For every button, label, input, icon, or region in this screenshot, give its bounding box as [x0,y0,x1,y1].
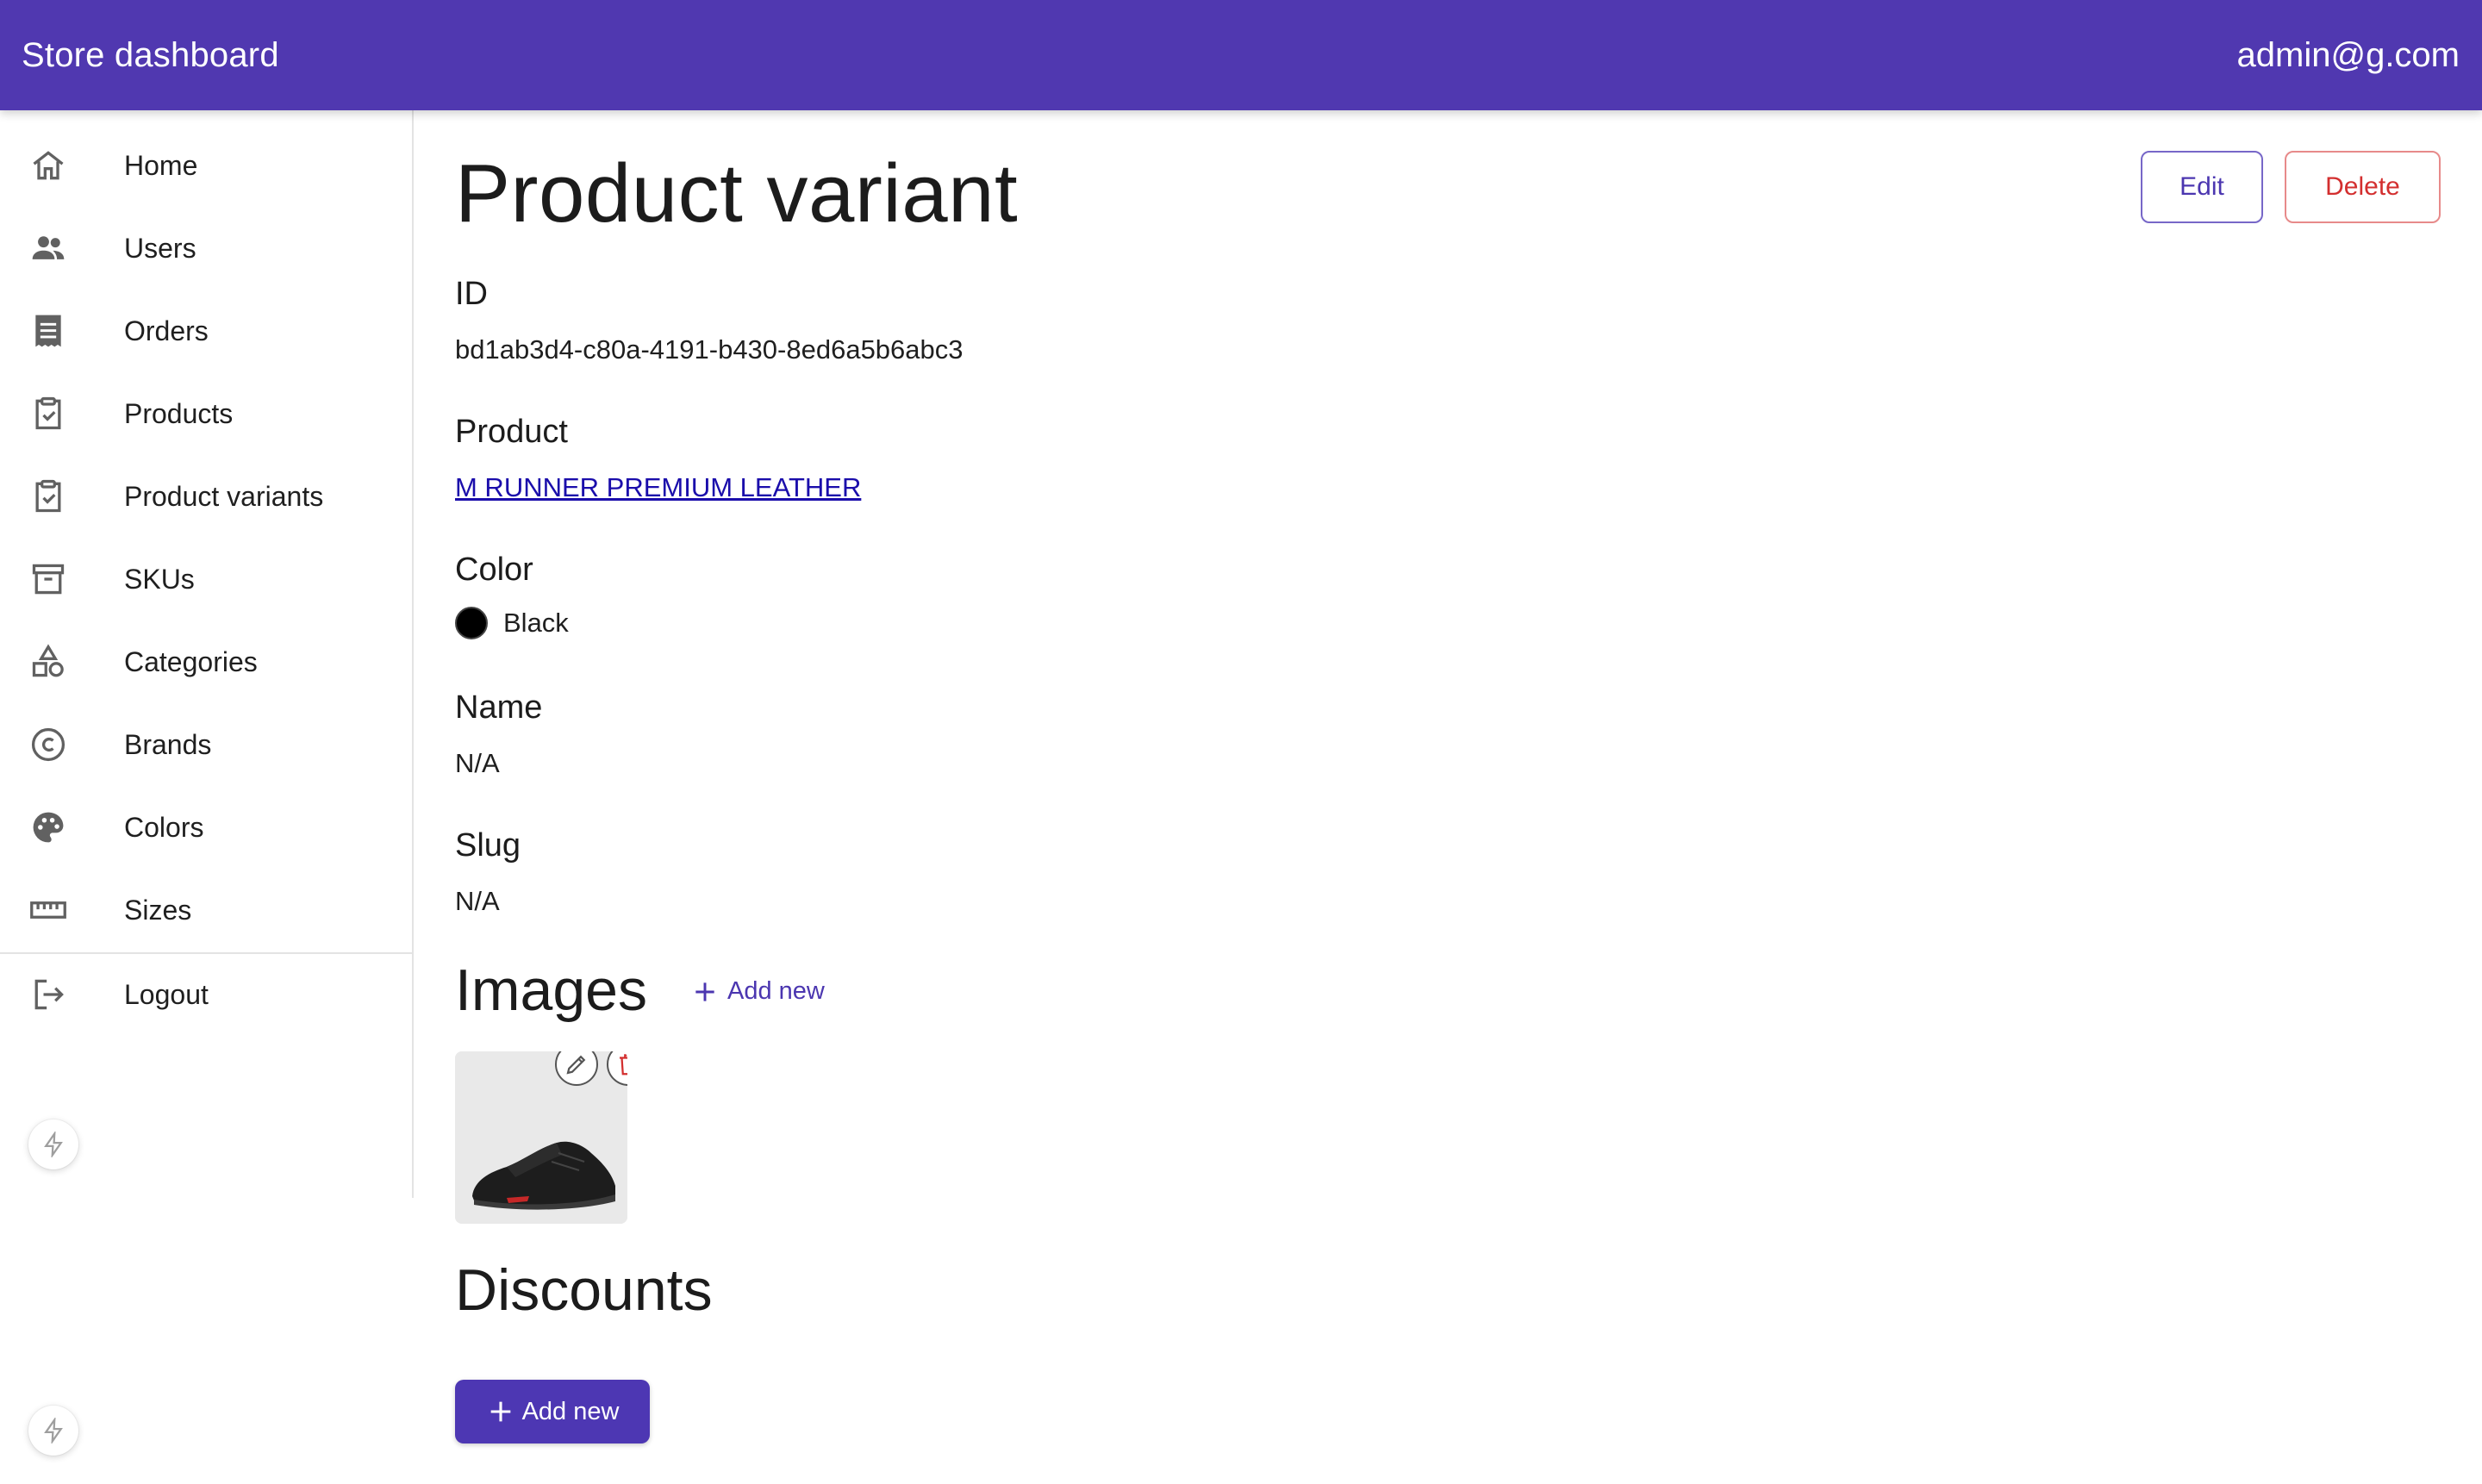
app-title[interactable]: Store dashboard [22,36,279,75]
product-link[interactable]: M RUNNER PREMIUM LEATHER [455,472,861,503]
sidebar-item-label: Home [124,149,198,181]
sidebar-item-label: Categories [124,645,258,677]
sidebar-item-products[interactable]: Products [0,372,412,455]
sneaker-image [455,1051,627,1224]
sidebar-item-label: Product variants [124,480,324,512]
sidebar-item-home[interactable]: Home [0,124,412,207]
app-bar: Store dashboard admin@g.com [0,0,2482,110]
plus-icon [695,982,714,1001]
sidebar-item-logout[interactable]: Logout [0,953,412,1036]
pencil-icon [566,1055,586,1075]
sidebar-item-product-variants[interactable]: Product variants [0,455,412,538]
sidebar-item-brands[interactable]: Brands [0,703,412,786]
lightning-icon[interactable] [28,1406,78,1456]
slug-value: N/A [455,886,500,916]
sidebar-item-label: Orders [124,315,209,346]
id-value: bd1ab3d4-c80a-4191-b430-8ed6a5b6abc3 [455,334,963,365]
name-value: N/A [455,748,500,778]
sidebar-item-skus[interactable]: SKUs [0,538,412,620]
images-heading: Images [455,957,647,1023]
sidebar-item-label: Sizes [124,894,192,926]
sidebar-item-categories[interactable]: Categories [0,620,412,703]
sidebar: Home Users Orders Products Product varia… [0,110,414,1198]
logout-icon [28,974,69,1015]
add-image-button[interactable]: Add new [691,977,825,1006]
sidebar-item-label: Brands [124,728,212,760]
sidebar-item-users[interactable]: Users [0,207,412,290]
sidebar-item-label: Colors [124,811,204,843]
add-image-label: Add new [727,977,825,1005]
trash-icon [620,1054,627,1076]
home-icon [28,145,69,186]
add-discount-label: Add new [521,1397,620,1425]
edit-button[interactable]: Edit [2141,151,2263,223]
sidebar-item-label: Products [124,397,234,429]
sidebar-item-colors[interactable]: Colors [0,786,412,869]
clipboard-check-icon [28,393,69,434]
color-swatch [455,607,488,639]
name-label: Name [455,689,543,726]
delete-button[interactable]: Delete [2285,151,2441,223]
color-label: Color [455,552,533,588]
add-discount-button[interactable]: Add new [455,1380,650,1443]
id-label: ID [455,276,488,312]
color-value: Black [455,607,569,639]
user-email[interactable]: admin@g.com [2237,36,2460,75]
ruler-icon [28,889,69,931]
image-thumbnail[interactable] [455,1051,627,1224]
sidebar-item-sizes[interactable]: Sizes [0,869,412,951]
sidebar-item-label: Logout [124,978,209,1010]
sidebar-item-label: SKUs [124,563,195,595]
archive-icon [28,558,69,600]
palette-icon [28,807,69,848]
receipt-icon [28,310,69,352]
slug-label: Slug [455,827,521,864]
copyright-icon [28,724,69,765]
color-name: Black [503,608,569,638]
lightning-icon[interactable] [28,1119,78,1169]
shapes-icon [28,641,69,683]
page-title: Product variant [455,147,1019,240]
sidebar-item-label: Users [124,232,196,264]
clipboard-check-icon [28,476,69,517]
plus-icon [490,1401,510,1422]
product-label: Product [455,414,568,450]
discounts-heading: Discounts [455,1257,713,1323]
sidebar-item-orders[interactable]: Orders [0,290,412,372]
users-icon [28,228,69,269]
